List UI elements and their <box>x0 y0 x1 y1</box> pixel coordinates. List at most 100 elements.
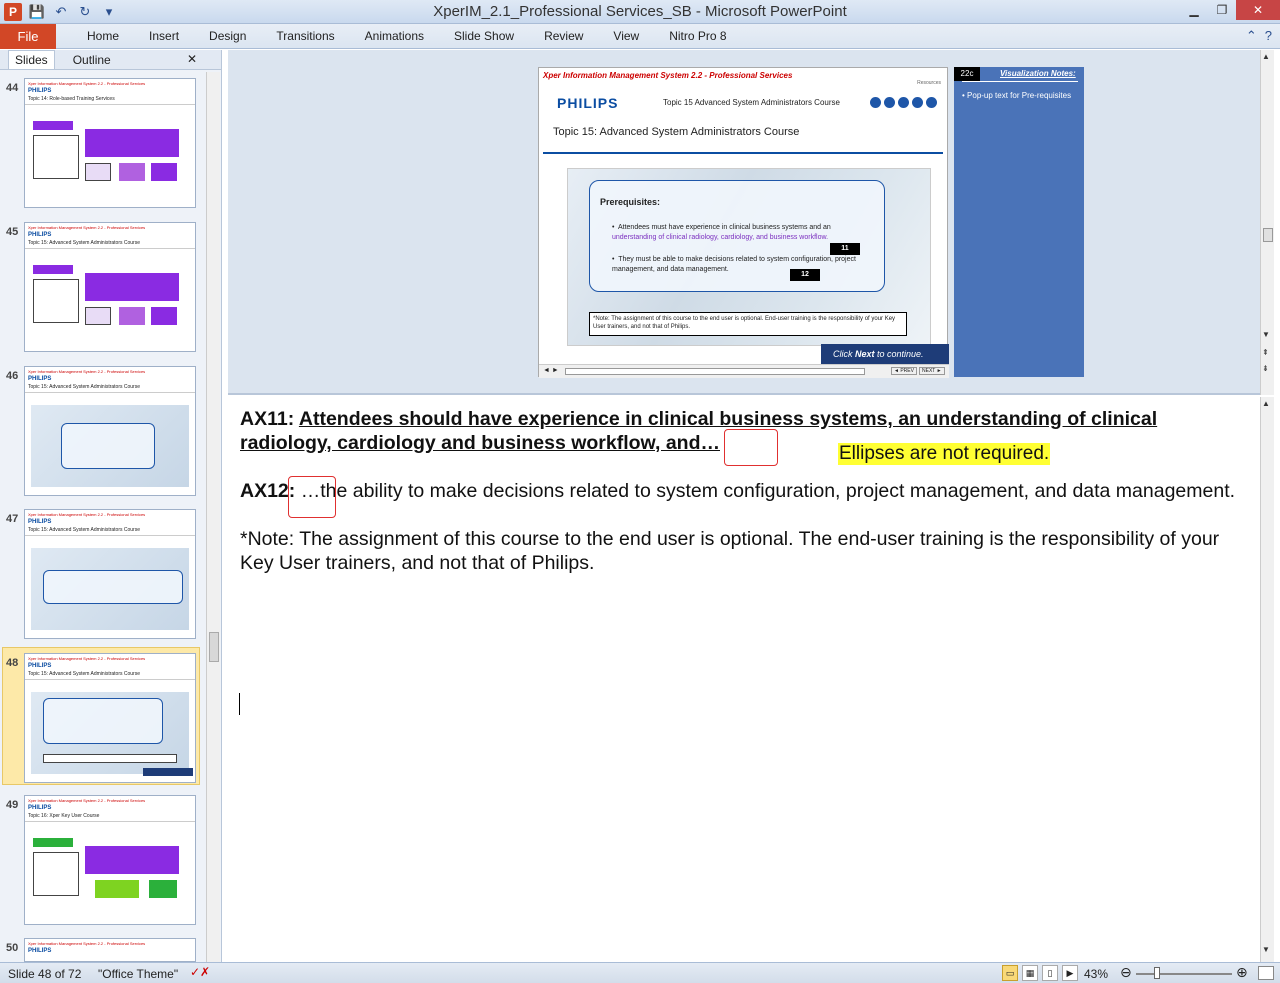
slide-preview: Xper Information Management System 2.2 -… <box>24 78 196 208</box>
ax12-text: …the ability to make decisions related t… <box>300 480 1236 502</box>
tab-list: Home Insert Design Transitions Animation… <box>72 29 742 43</box>
vis-text: • Pop-up text for Pre-requisites <box>962 91 1072 100</box>
zoom-in-icon[interactable]: ⊕ <box>1236 964 1248 981</box>
notes-scrollbar[interactable]: ▲ ▼ <box>1260 397 1274 962</box>
thumb-topic: Topic 15: Advanced System Administrators… <box>25 382 195 393</box>
next-suffix: to continue. <box>874 349 924 359</box>
ribbon-collapse-icon[interactable]: ⌃ <box>1246 28 1257 44</box>
scroll-up-icon[interactable]: ▲ <box>1262 52 1270 61</box>
zoom-level[interactable]: 43% <box>1084 967 1108 981</box>
notes-pane[interactable]: AX11: Attendees should have experience i… <box>228 397 1260 962</box>
slide-indicator: Slide 48 of 72 <box>8 967 82 981</box>
slide-canvas[interactable]: Xper Information Management System 2.2 -… <box>538 67 949 378</box>
note-paragraph: *Note: The assignment of this course to … <box>240 528 1220 574</box>
slides-scrollbar[interactable] <box>206 72 220 962</box>
ax12-paragraph: AX12: …the ability to make decisions rel… <box>240 479 1240 503</box>
file-tab[interactable]: File <box>0 24 56 49</box>
thumb-purple-panel <box>85 273 179 301</box>
zoom-slider-knob[interactable] <box>1154 967 1160 979</box>
tab-slides[interactable]: Slides <box>8 50 55 69</box>
vis-divider <box>962 81 1078 82</box>
zoom-slider[interactable] <box>1136 973 1232 975</box>
prereq-title: Prerequisites: <box>600 197 661 207</box>
thumb-offered-box <box>85 163 111 181</box>
thumb-header: Xper Information Management System 2.2 -… <box>28 225 146 230</box>
slide-editing-area: Xper Information Management System 2.2 -… <box>228 50 1274 395</box>
course-title: Topic 15 Advanced System Administrators … <box>663 98 840 107</box>
pane-close-icon[interactable]: ✕ <box>187 52 197 66</box>
glossary-icon <box>898 97 909 108</box>
next-button: NEXT ► <box>919 367 945 375</box>
slideshow-icon[interactable]: ▶ <box>1062 965 1078 981</box>
thumb-textbox <box>33 852 79 896</box>
thumb-textbox <box>33 279 79 323</box>
restore-button[interactable]: ❐ <box>1208 0 1236 20</box>
tab-design[interactable]: Design <box>194 29 261 43</box>
scrollbar-thumb[interactable] <box>1263 228 1273 242</box>
thumb-overview-tab <box>33 265 73 274</box>
prereq-bullet-2: • They must be able to make decisions re… <box>612 256 856 273</box>
scroll-down-icon[interactable]: ▼ <box>1262 945 1270 954</box>
slide-number: 49 <box>6 799 19 811</box>
ribbon-right-controls: ⌃ ? <box>1246 28 1272 44</box>
reading-view-icon[interactable]: ▯ <box>1042 965 1058 981</box>
click-next-banner: Click Next to continue. <box>821 344 949 364</box>
tab-home[interactable]: Home <box>72 29 134 43</box>
resources-link: Resources <box>917 80 941 86</box>
scrollbar-thumb[interactable] <box>209 632 219 662</box>
scroll-up-icon[interactable]: ▲ <box>1262 399 1270 408</box>
slide-preview: Xper Information Management System 2.2 -… <box>24 795 196 925</box>
next-word: Next <box>855 349 875 359</box>
thumb-popup <box>43 570 183 604</box>
vis-body: Pop-up text for Pre-requisites <box>967 91 1072 100</box>
tab-outline[interactable]: Outline <box>73 53 111 67</box>
badge-11: 11 <box>830 243 860 255</box>
close-button[interactable]: ✕ <box>1236 0 1280 20</box>
thumb-popup <box>61 423 155 469</box>
slide-preview: Xper Information Management System 2.2 -… <box>24 653 196 783</box>
thumb-header: Xper Information Management System 2.2 -… <box>28 798 146 803</box>
slide-number: 47 <box>6 513 19 525</box>
tab-insert[interactable]: Insert <box>134 29 194 43</box>
rewind-icon: ◄ ► <box>543 367 559 374</box>
help-icon[interactable]: ? <box>1265 28 1272 44</box>
fit-to-window-icon[interactable] <box>1258 966 1274 980</box>
prereq-bullet-1: • Attendees must have experience in clin… <box>612 224 831 241</box>
thumb-who-box <box>119 307 145 325</box>
tab-review[interactable]: Review <box>529 29 598 43</box>
thumb-offered-box <box>85 307 111 325</box>
thumb-who-box <box>149 880 177 898</box>
thumb-popup <box>43 698 163 744</box>
tab-view[interactable]: View <box>598 29 654 43</box>
thumb-overview-tab <box>33 121 73 130</box>
thumb-who-box <box>119 163 145 181</box>
bullet1-line-b: understanding of clinical radiology, car… <box>612 234 829 241</box>
slide-number: 44 <box>6 82 19 94</box>
theme-name[interactable]: "Office Theme" <box>98 967 178 981</box>
progress-bar <box>565 368 865 375</box>
tab-nitro[interactable]: Nitro Pro 8 <box>654 29 741 43</box>
thumb-topic: Topic 15: Advanced System Administrators… <box>25 238 195 249</box>
spelling-icon[interactable]: ✓✗ <box>190 965 210 979</box>
thumb-header: Xper Information Management System 2.2 -… <box>28 81 146 86</box>
zoom-out-icon[interactable]: ⊖ <box>1120 964 1132 981</box>
minimize-button[interactable]: ▁ <box>1180 0 1208 20</box>
title-bar: P 💾 ↶ ↻ ▾ XperIM_2.1_Professional Servic… <box>0 0 1280 24</box>
slide-sorter-icon[interactable]: ▦ <box>1022 965 1038 981</box>
tab-animations[interactable]: Animations <box>350 29 439 43</box>
vis-id-badge: 22c <box>954 67 980 81</box>
prev-slide-icon[interactable]: ⇞ <box>1262 348 1269 357</box>
tab-slide-show[interactable]: Slide Show <box>439 29 529 43</box>
normal-view-icon[interactable]: ▭ <box>1002 965 1018 981</box>
scroll-down-icon[interactable]: ▼ <box>1262 330 1270 339</box>
tab-transitions[interactable]: Transitions <box>261 29 349 43</box>
slide-number: 46 <box>6 370 19 382</box>
slide-scrollbar[interactable]: ▲ ▼ ⇞ ⇟ <box>1260 50 1274 395</box>
prerequisites-popup: Prerequisites: • Attendees must have exp… <box>589 180 885 292</box>
visualization-notes-panel[interactable]: 22c Visualization Notes: • Pop-up text f… <box>954 67 1084 377</box>
slide-preview: Xper Information Management System 2.2 -… <box>24 366 196 496</box>
slide-preview: Xper Information Management System 2.2 -… <box>24 938 196 962</box>
slides-pane: Slides Outline ✕ 44 Xper Information Man… <box>0 50 222 962</box>
thumb-header: Xper Information Management System 2.2 -… <box>28 369 146 374</box>
next-slide-icon[interactable]: ⇟ <box>1262 364 1269 373</box>
